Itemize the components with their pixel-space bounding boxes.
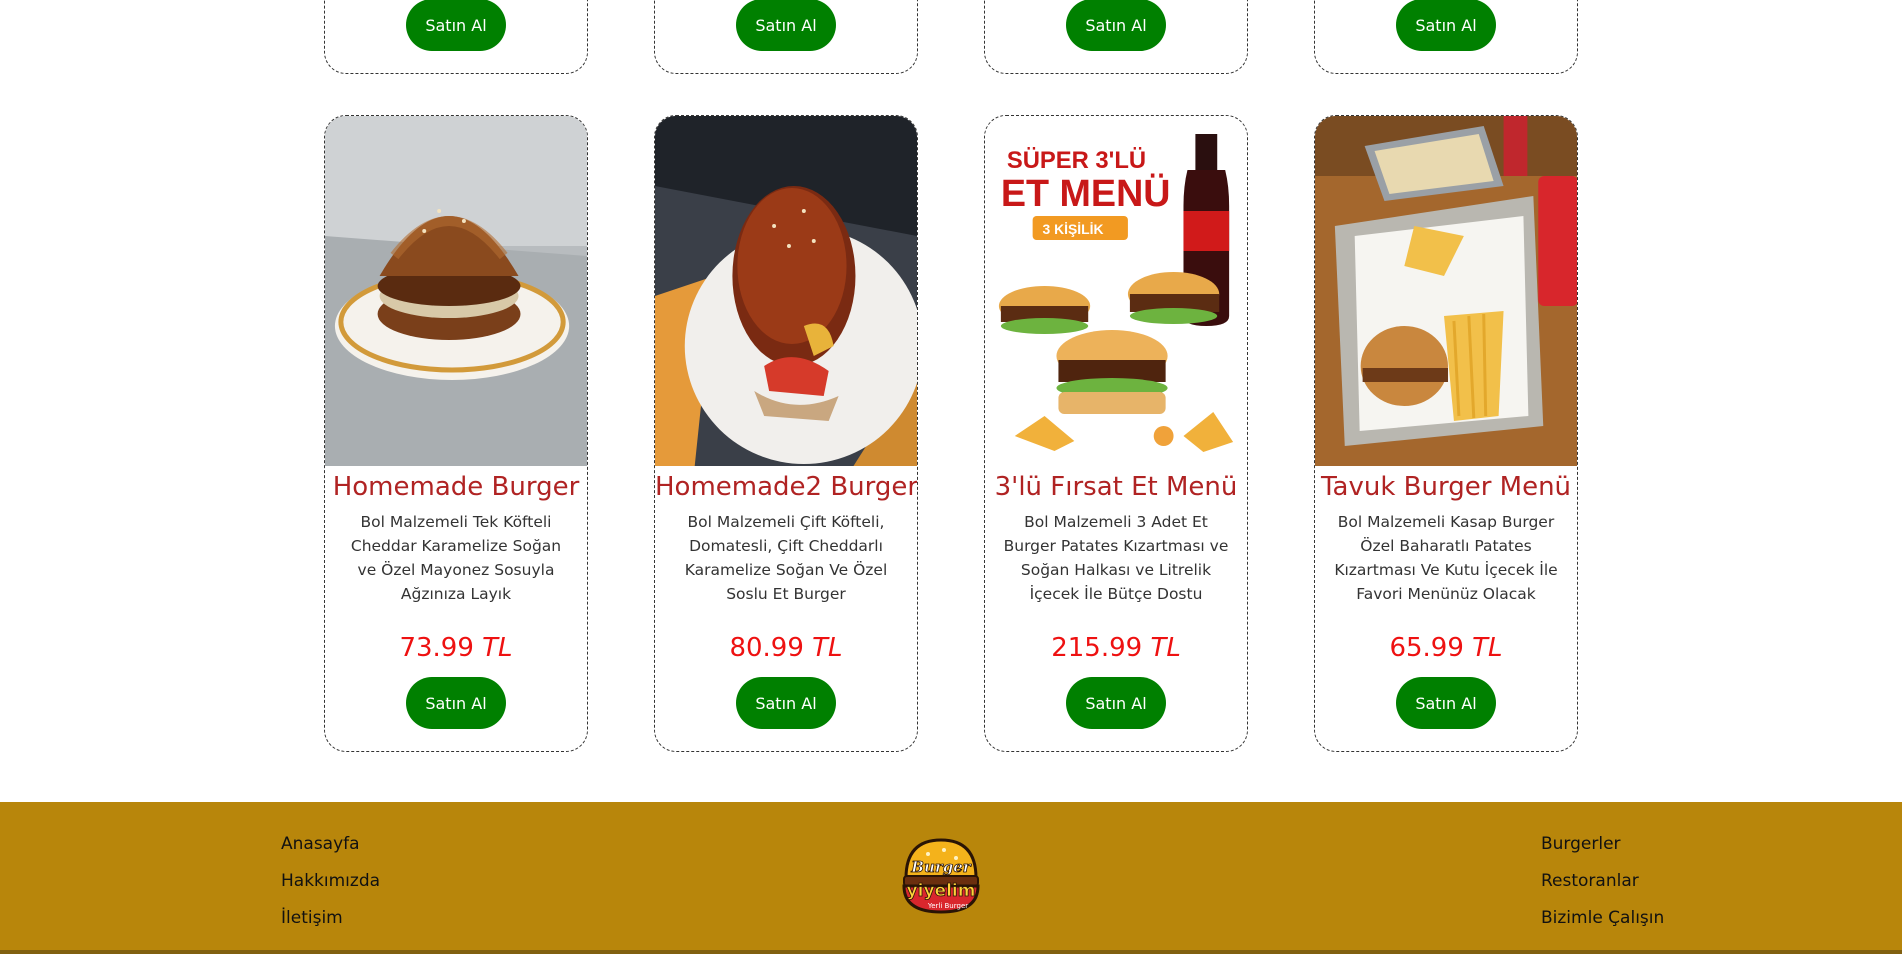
- product-price: 73.99 TL: [325, 630, 587, 666]
- product-title: Homemade Burger: [332, 472, 580, 502]
- promo-line-3: 3 KİŞİLİK: [1043, 221, 1104, 237]
- buy-button[interactable]: Satın Al: [1066, 677, 1166, 729]
- logo-text-2: yiyelim: [907, 881, 976, 901]
- footer-bottom-line: [0, 950, 1902, 954]
- site-footer: Anasayfa Hakkımızda İletişim Burger yiye…: [0, 802, 1902, 954]
- footer-link-careers[interactable]: Bizimle Çalışın: [1541, 900, 1664, 937]
- product-card: Homemade2 Burger Bol Malzemeli Çift Köft…: [654, 115, 918, 752]
- product-card: Tavuk Burger Menü Bol Malzemeli Kasap Bu…: [1314, 115, 1578, 752]
- footer-link-burgers[interactable]: Burgerler: [1541, 826, 1664, 863]
- product-description: Bol Malzemeli Tek Köfteli Cheddar Karame…: [350, 513, 562, 603]
- price-currency: TL: [1472, 633, 1503, 663]
- product-title: 3'lü Fırsat Et Menü: [994, 472, 1238, 502]
- buy-button[interactable]: Satın Al: [406, 0, 506, 51]
- buy-button[interactable]: Satın Al: [736, 0, 836, 51]
- product-description: Bol Malzemeli Kasap Burger Özel Baharatl…: [1334, 513, 1558, 603]
- product-price: 65.99 TL: [1315, 630, 1577, 666]
- buy-button[interactable]: Satın Al: [1396, 0, 1496, 51]
- product-card: SÜPER 3'LÜ ET MENÜ 3 KİŞİLİK 3'lü Fırsat…: [984, 115, 1248, 752]
- card-top-4: Satın Al: [1314, 0, 1578, 74]
- price-value: 73.99: [399, 633, 474, 663]
- product-image: SÜPER 3'LÜ ET MENÜ 3 KİŞİLİK: [985, 116, 1247, 466]
- product-image: [325, 116, 587, 466]
- logo-text-1: Burger: [910, 858, 972, 876]
- buy-button[interactable]: Satın Al: [736, 677, 836, 729]
- product-price: 215.99 TL: [985, 630, 1247, 666]
- logo-tagline: Yerli Burger: [927, 902, 968, 910]
- product-card: Homemade Burger Bol Malzemeli Tek Köftel…: [324, 115, 588, 752]
- product-description: Bol Malzemeli 3 Adet Et Burger Patates K…: [1003, 513, 1229, 603]
- product-title: Homemade2 Burger: [655, 472, 918, 502]
- footer-link-restaurants[interactable]: Restoranlar: [1541, 863, 1664, 900]
- card-top-1: Satın Al: [324, 0, 588, 74]
- price-value: 80.99: [729, 633, 804, 663]
- product-image: [655, 116, 917, 466]
- price-currency: TL: [1150, 633, 1181, 663]
- footer-right-nav: Burgerler Restoranlar Bizimle Çalışın: [1541, 826, 1664, 937]
- product-price: 80.99 TL: [655, 630, 917, 666]
- brand-logo[interactable]: Burger yiyelim Yerli Burger: [898, 834, 984, 920]
- price-value: 65.99: [1389, 633, 1464, 663]
- product-title: Tavuk Burger Menü: [1320, 472, 1572, 502]
- buy-button[interactable]: Satın Al: [1066, 0, 1166, 51]
- footer-link-home[interactable]: Anasayfa: [281, 826, 380, 863]
- product-image: [1315, 116, 1577, 466]
- price-value: 215.99: [1051, 633, 1143, 663]
- footer-link-contact[interactable]: İletişim: [281, 900, 380, 937]
- promo-line-1: SÜPER 3'LÜ: [1007, 147, 1146, 174]
- price-currency: TL: [812, 633, 843, 663]
- footer-link-about[interactable]: Hakkımızda: [281, 863, 380, 900]
- footer-left-nav: Anasayfa Hakkımızda İletişim: [281, 826, 380, 937]
- promo-line-2: ET MENÜ: [1001, 173, 1171, 215]
- product-description: Bol Malzemeli Çift Köfteli, Domatesli, Ç…: [684, 513, 888, 603]
- buy-button[interactable]: Satın Al: [1396, 677, 1496, 729]
- price-currency: TL: [482, 633, 513, 663]
- card-top-2: Satın Al: [654, 0, 918, 74]
- card-top-3: Satın Al: [984, 0, 1248, 74]
- buy-button[interactable]: Satın Al: [406, 677, 506, 729]
